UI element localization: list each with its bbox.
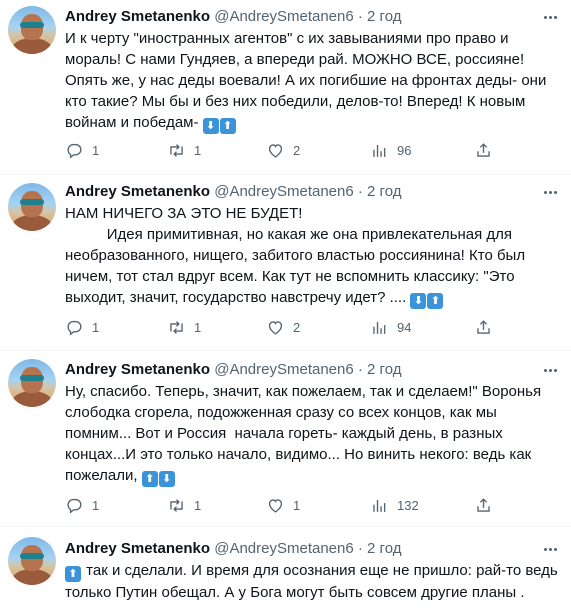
tweet[interactable]: Andrey Smetanenko @AndreySmetanen6 · 2 г… — [0, 351, 571, 527]
avatar[interactable] — [8, 359, 56, 407]
analytics-icon — [373, 144, 386, 157]
down-arrow-emoji: ⬇ — [202, 118, 219, 134]
tweet-body: так и сделали. И время для осознания еще… — [65, 562, 562, 601]
like-button[interactable]: 2 — [266, 318, 370, 337]
author-name[interactable]: Andrey Smetanenko — [65, 8, 210, 25]
separator: · — [357, 183, 363, 200]
tweet[interactable]: Andrey Smetanenko @AndreySmetanen6 · 2 г… — [0, 175, 571, 351]
like-count: 2 — [293, 142, 301, 158]
author-name[interactable]: Andrey Smetanenko — [65, 361, 210, 378]
timestamp[interactable]: 2 год — [367, 540, 401, 557]
separator: · — [357, 361, 363, 378]
share-button[interactable] — [474, 318, 493, 337]
tweet-body: Ну, спасибо. Теперь, значит, как пожелае… — [65, 383, 546, 484]
down-arrow-emoji: ⬇ — [158, 471, 175, 487]
tweet-actions: 1 1 1 132 — [65, 495, 493, 515]
share-icon — [477, 497, 490, 512]
more-options-icon[interactable] — [539, 361, 561, 379]
author-handle[interactable]: @AndreySmetanen6 — [214, 183, 353, 200]
reply-icon — [67, 143, 82, 159]
reply-button[interactable]: 1 — [65, 496, 167, 515]
retweet-count: 1 — [194, 497, 202, 513]
author-name[interactable]: Andrey Smetanenko — [65, 540, 210, 557]
view-count: 94 — [397, 319, 412, 335]
timestamp[interactable]: 2 год — [367, 183, 401, 200]
tweet-header: Andrey Smetanenko @AndreySmetanen6 · 2 г… — [65, 538, 561, 560]
retweet-button[interactable]: 1 — [167, 318, 266, 337]
retweet-count: 1 — [194, 142, 202, 158]
separator: · — [357, 540, 363, 557]
retweet-count: 1 — [194, 319, 202, 335]
tweet-text: Ну, спасибо. Теперь, значит, как пожелае… — [65, 381, 561, 487]
share-icon — [477, 319, 490, 334]
heart-icon — [268, 498, 283, 513]
tweet-actions: 1 1 2 94 — [65, 317, 493, 337]
retweet-icon — [170, 143, 183, 157]
more-options-icon[interactable] — [539, 540, 561, 558]
views-button[interactable]: 132 — [370, 496, 474, 515]
like-count: 2 — [293, 319, 301, 335]
author-name[interactable]: Andrey Smetanenko — [65, 183, 210, 200]
retweet-button[interactable]: 1 — [167, 141, 266, 160]
retweet-icon — [170, 498, 183, 512]
like-button[interactable]: 2 — [266, 141, 370, 160]
tweet-text: ⬆ так и сделали. И время для осознания е… — [65, 560, 561, 603]
tweet-header: Andrey Smetanenko @AndreySmetanen6 · 2 г… — [65, 359, 561, 381]
reply-icon — [67, 320, 82, 336]
view-count: 96 — [397, 142, 412, 158]
tweet-thread: Andrey Smetanenko @AndreySmetanen6 · 2 г… — [0, 0, 571, 608]
reply-count: 1 — [92, 319, 100, 335]
tweet-text: НАМ НИЧЕГО ЗА ЭТО НЕ БУДЕТ! Идея примити… — [65, 203, 561, 309]
reply-count: 1 — [92, 497, 100, 513]
author-handle[interactable]: @AndreySmetanen6 — [214, 8, 353, 25]
reply-icon — [67, 498, 82, 514]
heart-icon — [268, 320, 283, 335]
tweet-actions: 1 1 2 96 — [65, 140, 493, 160]
avatar[interactable] — [8, 183, 56, 231]
reply-button[interactable]: 1 — [65, 318, 167, 337]
tweet-header: Andrey Smetanenko @AndreySmetanen6 · 2 г… — [65, 181, 561, 203]
tweet-body: И к черту "иностранных агентов" с их зав… — [65, 30, 551, 131]
up-arrow-emoji: ⬆ — [427, 293, 444, 309]
timestamp[interactable]: 2 год — [367, 8, 401, 25]
tweet[interactable]: Andrey Smetanenko @AndreySmetanen6 · 2 г… — [0, 527, 571, 608]
up-arrow-emoji: ⬆ — [141, 471, 158, 487]
retweet-icon — [170, 320, 183, 334]
reply-count: 1 — [92, 142, 100, 158]
avatar[interactable] — [8, 6, 56, 54]
share-button[interactable] — [474, 141, 493, 160]
views-button[interactable]: 96 — [370, 141, 474, 160]
separator: · — [357, 8, 363, 25]
reply-button[interactable]: 1 — [65, 141, 167, 160]
tweet-header: Andrey Smetanenko @AndreySmetanen6 · 2 г… — [65, 6, 561, 28]
share-icon — [477, 142, 490, 157]
up-arrow-emoji: ⬆ — [219, 118, 236, 134]
heart-icon — [268, 143, 283, 158]
timestamp[interactable]: 2 год — [367, 361, 401, 378]
down-arrow-emoji: ⬇ — [410, 293, 427, 309]
avatar[interactable] — [8, 537, 56, 585]
tweet-body: НАМ НИЧЕГО ЗА ЭТО НЕ БУДЕТ! Идея примити… — [65, 205, 526, 306]
more-options-icon[interactable] — [539, 8, 561, 26]
tweet-text: И к черту "иностранных агентов" с их зав… — [65, 28, 561, 134]
analytics-icon — [373, 321, 386, 334]
view-count: 132 — [397, 497, 419, 513]
retweet-button[interactable]: 1 — [167, 496, 266, 515]
like-button[interactable]: 1 — [266, 496, 370, 515]
like-count: 1 — [293, 497, 301, 513]
tweet[interactable]: Andrey Smetanenko @AndreySmetanen6 · 2 г… — [0, 0, 571, 175]
share-button[interactable] — [474, 496, 493, 515]
analytics-icon — [373, 499, 386, 512]
views-button[interactable]: 94 — [370, 318, 474, 337]
more-options-icon[interactable] — [539, 183, 561, 201]
author-handle[interactable]: @AndreySmetanen6 — [214, 361, 353, 378]
author-handle[interactable]: @AndreySmetanen6 — [214, 540, 353, 557]
up-arrow-emoji: ⬆ — [65, 566, 81, 582]
